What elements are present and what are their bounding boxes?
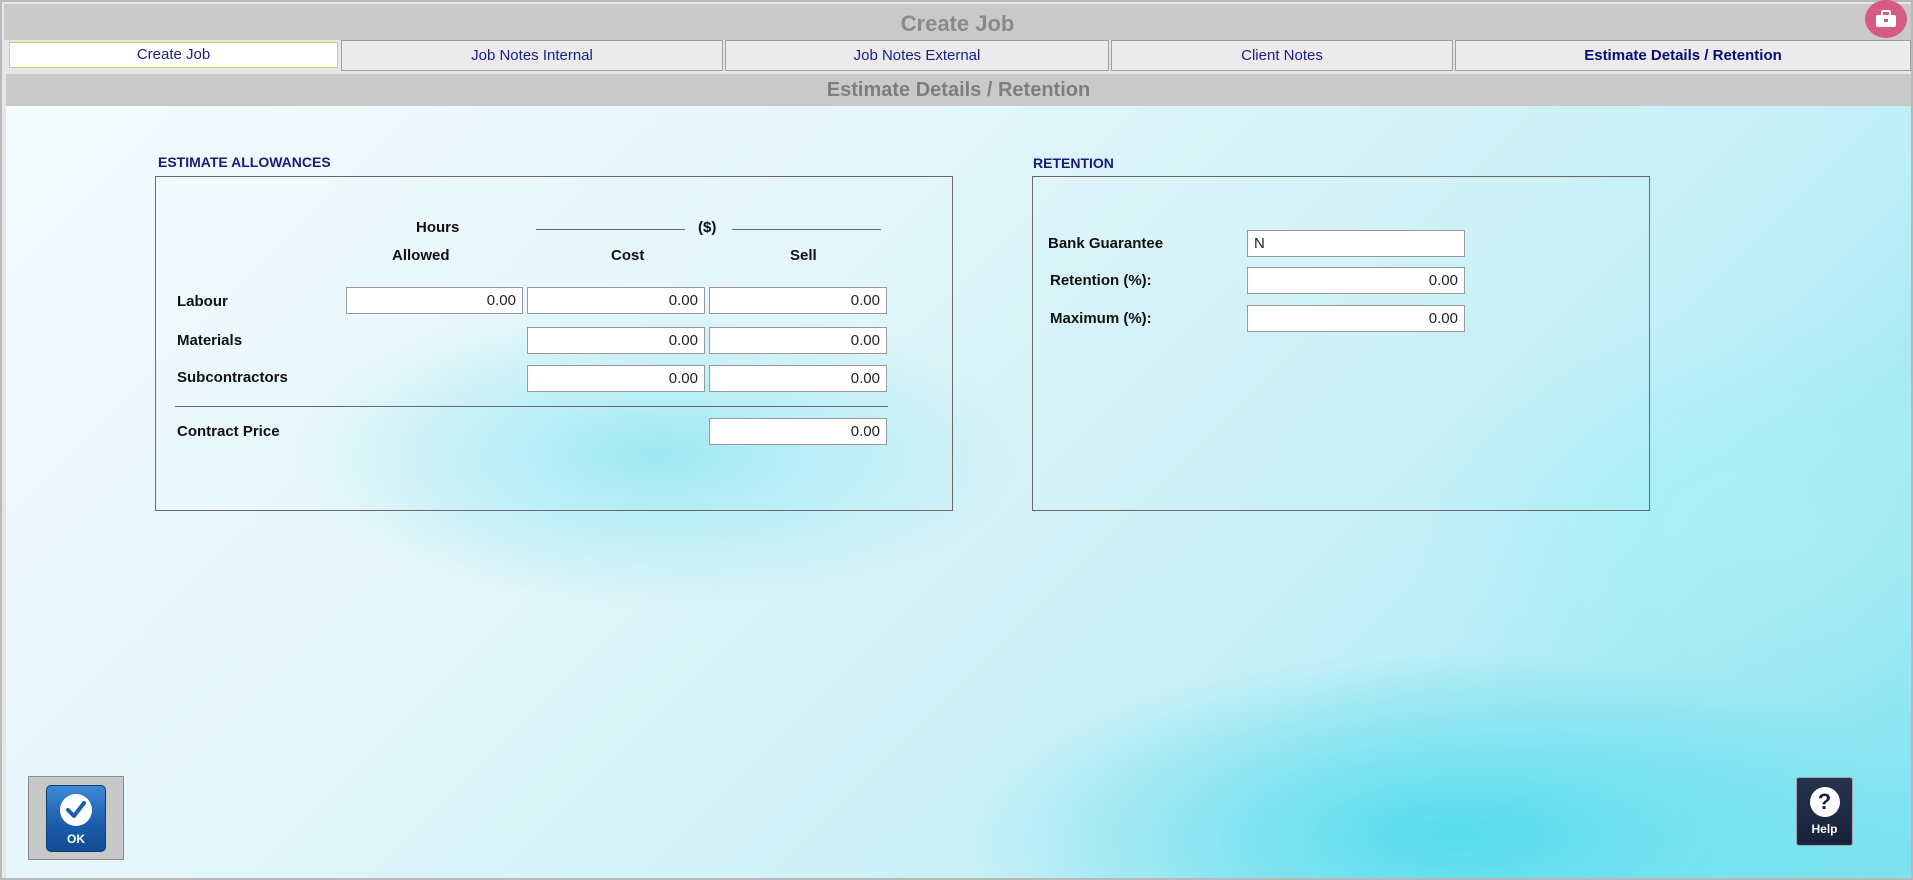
totals-divider <box>175 406 888 407</box>
contract-price-label: Contract Price <box>177 423 280 440</box>
retention-percent-label: Retention (%): <box>1050 272 1152 289</box>
labour-label: Labour <box>177 293 228 310</box>
subcontractors-label: Subcontractors <box>177 369 288 386</box>
tab-client-notes[interactable]: Client Notes <box>1111 40 1453 71</box>
tab-label: Create Job <box>136 46 211 63</box>
help-button[interactable]: ? Help <box>1796 777 1853 846</box>
labour-sell-field[interactable] <box>709 287 887 314</box>
tab-label: Job Notes External <box>853 47 981 64</box>
currency-rule-left <box>536 229 685 230</box>
materials-label: Materials <box>177 332 243 349</box>
materials-sell-field[interactable] <box>709 327 887 354</box>
retention-percent-field[interactable] <box>1247 267 1465 294</box>
tab-bar: Create Job Job Notes Internal Job Notes … <box>6 40 1911 72</box>
help-button-label: Help <box>1811 822 1838 836</box>
currency-header: ($) <box>698 219 717 236</box>
question-mark-icon: ? <box>1809 787 1840 817</box>
toolbox-icon[interactable] <box>1865 0 1907 38</box>
tab-create-job[interactable]: Create Job <box>9 42 338 68</box>
tab-job-notes-external[interactable]: Job Notes External <box>725 40 1109 71</box>
tab-job-notes-internal[interactable]: Job Notes Internal <box>341 40 723 71</box>
section-header: Estimate Details / Retention <box>6 74 1911 106</box>
content-area: Estimate Details / Retention ESTIMATE AL… <box>6 74 1911 878</box>
ok-button-label: OK <box>67 832 85 846</box>
currency-rule-right <box>732 229 881 230</box>
tab-label: Estimate Details / Retention <box>1584 47 1782 64</box>
labour-cost-field[interactable] <box>527 287 705 314</box>
create-job-window: Create Job Create Job Job Notes Internal… <box>0 0 1913 880</box>
subcontractors-cost-field[interactable] <box>527 365 705 392</box>
allowed-header: Allowed <box>392 247 450 264</box>
maximum-percent-field[interactable] <box>1247 305 1465 332</box>
contract-price-field[interactable] <box>709 418 887 445</box>
window-titlebar: Create Job <box>4 0 1911 40</box>
tab-estimate-details-retention[interactable]: Estimate Details / Retention <box>1455 40 1911 71</box>
ok-button[interactable]: OK <box>46 785 106 852</box>
maximum-percent-label: Maximum (%): <box>1050 310 1152 327</box>
window-title: Create Job <box>900 11 1015 36</box>
estimate-allowances-panel: Hours ($) Allowed Cost Sell Labour Mater… <box>155 176 953 511</box>
estimate-allowances-label: ESTIMATE ALLOWANCES <box>158 154 331 170</box>
materials-cost-field[interactable] <box>527 327 705 354</box>
bank-guarantee-field[interactable] <box>1247 230 1465 257</box>
sell-header: Sell <box>790 247 817 264</box>
bank-guarantee-label: Bank Guarantee <box>1048 235 1164 252</box>
retention-label: RETENTION <box>1033 155 1114 171</box>
labour-hours-field[interactable] <box>346 287 523 314</box>
cost-header: Cost <box>611 247 645 264</box>
section-title: Estimate Details / Retention <box>826 79 1091 101</box>
retention-panel: Bank Guarantee Retention (%): Maximum (%… <box>1032 176 1650 511</box>
tab-label: Job Notes Internal <box>471 47 593 64</box>
subcontractors-sell-field[interactable] <box>709 365 887 392</box>
checkmark-icon <box>60 794 92 826</box>
tab-label: Client Notes <box>1241 47 1323 64</box>
hours-header: Hours <box>416 219 460 236</box>
